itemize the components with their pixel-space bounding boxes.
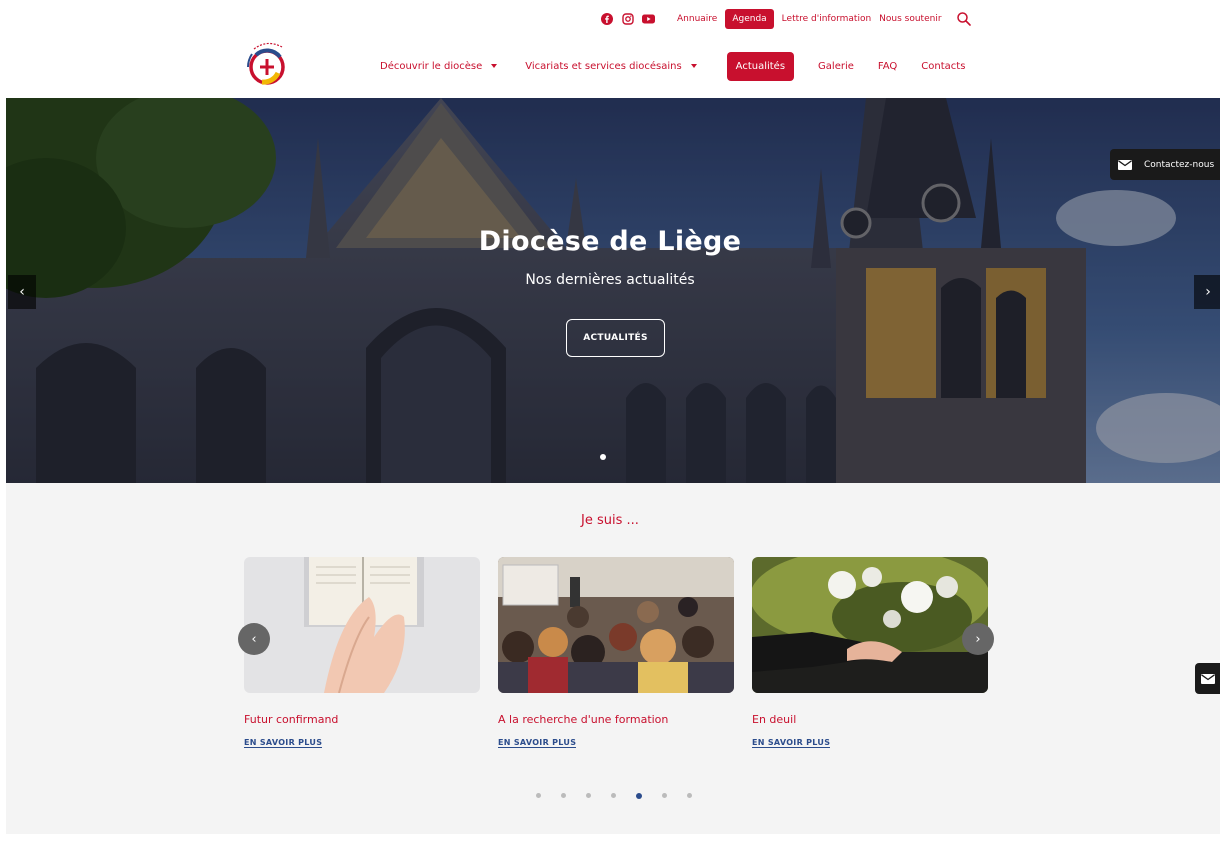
facebook-icon[interactable] — [600, 13, 613, 26]
cathedral-image — [6, 98, 1220, 483]
card-title: En deuil — [752, 713, 797, 726]
search-icon[interactable] — [956, 11, 972, 27]
pagination-dot[interactable] — [611, 793, 616, 798]
pagination-dot[interactable] — [561, 793, 566, 798]
cards-prev-button[interactable]: ‹ — [238, 623, 270, 655]
youtube-icon[interactable] — [642, 13, 655, 26]
contact-tab[interactable]: Contactez-nous — [1110, 149, 1220, 180]
section-title: Je suis ... — [581, 513, 639, 528]
card-title: Futur confirmand — [244, 713, 339, 726]
card-formation[interactable]: A la recherche d'une formation EN SAVOIR… — [498, 557, 734, 749]
agenda-button[interactable]: Agenda — [725, 9, 774, 29]
chevron-down-icon — [491, 64, 498, 68]
envelope-icon — [1200, 673, 1215, 684]
nav-item-vicariats[interactable]: Vicariats et services diocésains — [525, 61, 697, 72]
hero-title: Diocèse de Liège — [478, 226, 742, 257]
contact-tab-label: Contactez-nous — [1144, 159, 1215, 170]
nav-item-gallery[interactable]: Galerie — [818, 61, 854, 72]
pagination-dot[interactable] — [636, 793, 642, 799]
annuaire-link[interactable]: Annuaire — [677, 14, 717, 24]
nav-item-news[interactable]: Actualités — [726, 51, 795, 81]
card-confirmand[interactable]: Futur confirmand EN SAVOIR PLUS — [244, 557, 480, 749]
hero-slider — [6, 98, 1220, 483]
newsletter-link[interactable]: Lettre d'information — [782, 14, 871, 24]
chevron-down-icon — [690, 64, 697, 68]
card-image — [752, 557, 988, 693]
diocese-logo[interactable] — [240, 37, 294, 91]
pagination-dot[interactable] — [536, 793, 541, 798]
learn-more-link[interactable]: EN SAVOIR PLUS — [244, 738, 323, 748]
pagination-dot[interactable] — [586, 793, 591, 798]
news-button[interactable]: ACTUALITÉS — [566, 319, 665, 357]
learn-more-link[interactable]: EN SAVOIR PLUS — [752, 738, 831, 748]
learn-more-link[interactable]: EN SAVOIR PLUS — [498, 738, 577, 748]
chevron-right-icon: › — [975, 631, 981, 647]
card-title: A la recherche d'une formation — [498, 713, 669, 726]
main-nav: Découvrir le diocèse Vicariats et servic… — [380, 50, 965, 82]
support-link[interactable]: Nous soutenir — [879, 14, 941, 24]
pagination-dot[interactable] — [662, 793, 667, 798]
contact-side-button[interactable] — [1195, 663, 1220, 694]
top-bar: Annuaire Agenda Lettre d'information Nou… — [600, 7, 972, 31]
card-image — [498, 557, 734, 693]
hero-next-button[interactable]: › — [1194, 275, 1220, 309]
chevron-right-icon: › — [1205, 284, 1211, 300]
nav-item-contacts[interactable]: Contacts — [921, 61, 965, 72]
nav-item-faq[interactable]: FAQ — [878, 61, 897, 72]
nav-item-discover[interactable]: Découvrir le diocèse — [380, 61, 498, 72]
cards-next-button[interactable]: › — [962, 623, 994, 655]
card-image — [244, 557, 480, 693]
instagram-icon[interactable] — [621, 13, 634, 26]
pagination-dot[interactable] — [687, 793, 692, 798]
envelope-icon — [1118, 159, 1132, 170]
hero-prev-button[interactable]: ‹ — [8, 275, 36, 309]
chevron-left-icon: ‹ — [251, 631, 257, 647]
hero-pagination-dot[interactable] — [600, 454, 606, 460]
hero-subtitle: Nos dernières actualités — [525, 272, 695, 288]
cards-pagination — [536, 793, 692, 799]
card-deuil[interactable]: En deuil EN SAVOIR PLUS — [752, 557, 988, 749]
chevron-left-icon: ‹ — [19, 284, 25, 300]
